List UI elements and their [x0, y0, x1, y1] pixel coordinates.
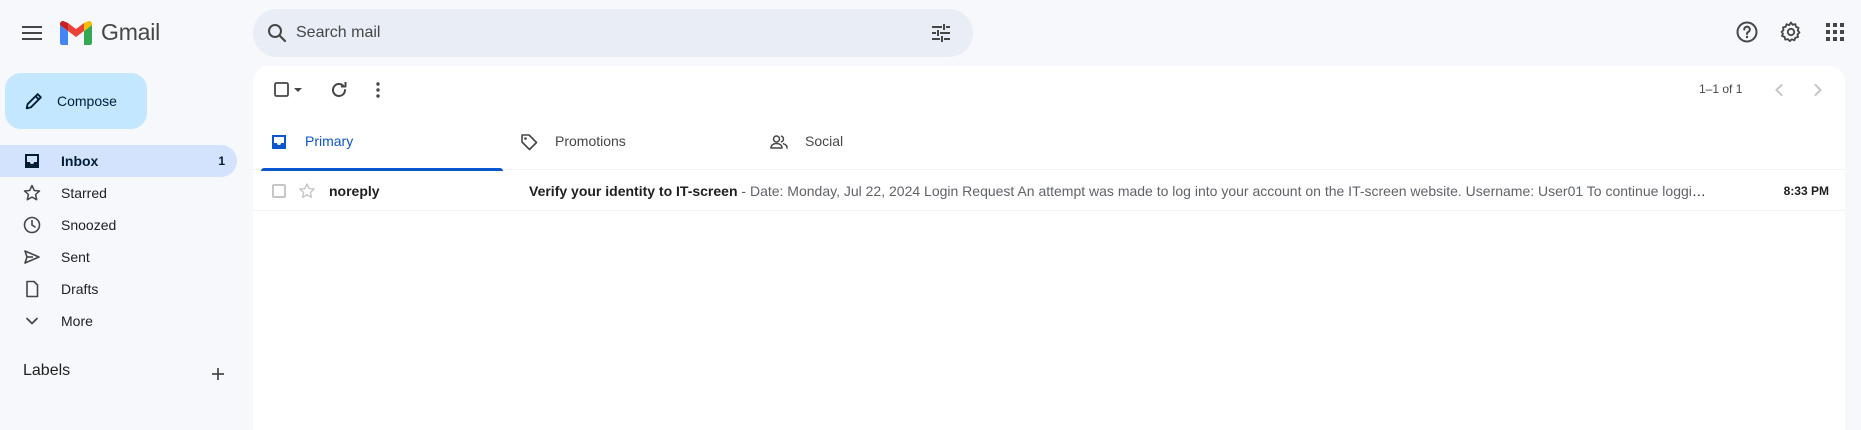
- tab-promotions[interactable]: Promotions: [503, 114, 753, 170]
- email-select-checkbox[interactable]: [272, 184, 286, 198]
- sidebar-nav: Inbox 1 Starred Snoozed Sent Drafts More: [0, 145, 237, 337]
- mail-toolbar: 1–1 of 1: [253, 66, 1845, 114]
- inbox-icon: [272, 135, 286, 149]
- tab-label: Social: [805, 133, 844, 149]
- category-tabs: Primary Promotions Social: [253, 114, 1845, 171]
- labels-heading: Labels: [23, 362, 71, 379]
- sidebar-item-label: Inbox: [61, 153, 99, 169]
- inbox-icon: [25, 154, 39, 168]
- sidebar-item-snoozed[interactable]: Snoozed: [0, 209, 237, 241]
- hamburger-menu-icon: [22, 26, 42, 40]
- pagination-label: 1–1 of 1: [1699, 82, 1743, 96]
- people-icon: [770, 135, 788, 149]
- search-options-icon[interactable]: [929, 21, 953, 45]
- star-icon[interactable]: [297, 181, 317, 201]
- sidebar-item-label: Starred: [61, 185, 107, 201]
- sidebar-item-label: Sent: [61, 249, 90, 265]
- unread-count: 1: [218, 154, 225, 168]
- tab-label: Promotions: [555, 133, 626, 149]
- tag-icon: [521, 134, 538, 151]
- email-snippet: - Date: Monday, Jul 22, 2024 Login Reque…: [741, 183, 1709, 199]
- star-icon: [23, 184, 41, 201]
- email-time: 8:33 PM: [1783, 184, 1829, 198]
- select-dropdown-icon[interactable]: [291, 78, 305, 102]
- sidebar-item-starred[interactable]: Starred: [0, 177, 237, 209]
- tab-label: Primary: [305, 133, 354, 149]
- main-menu-button[interactable]: [15, 16, 49, 50]
- clock-icon: [23, 216, 41, 234]
- pencil-icon: [25, 93, 42, 110]
- draft-icon: [26, 280, 39, 298]
- sidebar-item-sent[interactable]: Sent: [0, 241, 237, 273]
- tab-primary[interactable]: Primary: [253, 114, 503, 171]
- sidebar-item-label: Snoozed: [61, 217, 117, 233]
- chevron-left-icon[interactable]: [1767, 78, 1791, 102]
- refresh-icon[interactable]: [327, 78, 351, 102]
- tab-social[interactable]: Social: [753, 114, 1003, 170]
- sidebar-item-label: More: [61, 313, 93, 329]
- gmail-m-icon: [60, 20, 92, 45]
- search-bar: [253, 9, 973, 57]
- mail-list-panel: 1–1 of 1 Primary Promotions Social norep…: [253, 66, 1845, 430]
- chevron-right-icon[interactable]: [1806, 78, 1830, 102]
- sidebar-item-inbox[interactable]: Inbox 1: [0, 145, 237, 177]
- email-row[interactable]: noreply Verify your identity to IT-scree…: [253, 171, 1845, 211]
- email-preview: Verify your identity to IT-screen - Date…: [529, 183, 1709, 199]
- sidebar-item-drafts[interactable]: Drafts: [0, 273, 237, 305]
- more-vert-icon[interactable]: [366, 78, 390, 102]
- email-sender: noreply: [329, 183, 380, 199]
- add-label-icon[interactable]: [208, 364, 228, 384]
- app-name: Gmail: [101, 19, 161, 45]
- compose-button[interactable]: Compose: [5, 73, 147, 129]
- apps-grid-icon[interactable]: [1823, 20, 1847, 44]
- gmail-logo[interactable]: Gmail: [60, 19, 160, 46]
- chevron-down-icon: [26, 317, 38, 325]
- settings-gear-icon[interactable]: [1779, 20, 1803, 44]
- email-subject: Verify your identity to IT-screen: [529, 183, 738, 199]
- sidebar-item-more[interactable]: More: [0, 305, 237, 337]
- help-icon[interactable]: [1735, 20, 1759, 44]
- top-header: Gmail: [0, 0, 1861, 64]
- search-input[interactable]: [296, 9, 896, 57]
- search-icon[interactable]: [265, 21, 289, 45]
- send-icon: [24, 250, 40, 264]
- sidebar-item-label: Drafts: [61, 281, 99, 297]
- compose-label: Compose: [57, 93, 117, 109]
